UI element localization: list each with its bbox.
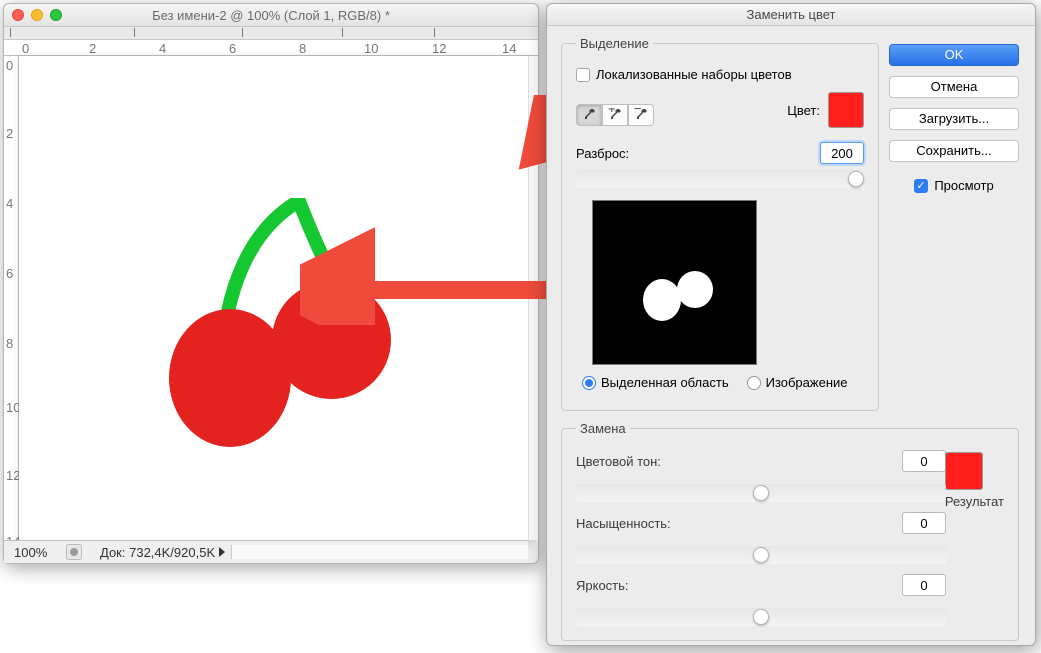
status-bar: 100% Док: 732,4K/920,5K	[4, 540, 528, 563]
radio-selection[interactable]	[582, 376, 596, 390]
replace-group: Замена Результат Цветовой тон: Насыщенно…	[561, 421, 1019, 641]
svg-text:+: +	[608, 108, 616, 116]
tab-strip	[4, 27, 538, 40]
ruler-horizontal: 024 6810 1214	[4, 40, 538, 56]
result-swatch-group: Результат	[945, 452, 1004, 509]
ruler-vertical: 024 6810 1214	[4, 56, 19, 540]
doc-titlebar[interactable]: Без имени-2 @ 100% (Слой 1, RGB/8) *	[4, 4, 538, 27]
zoom-level[interactable]: 100%	[4, 545, 62, 560]
hue-input[interactable]	[902, 450, 946, 472]
result-label: Результат	[945, 494, 1004, 509]
radio-selection-label: Выделенная область	[601, 375, 729, 390]
color-label: Цвет:	[787, 103, 820, 118]
cancel-button[interactable]: Отмена	[889, 76, 1019, 98]
ok-button[interactable]: OK	[889, 44, 1019, 66]
localized-label: Локализованные наборы цветов	[596, 67, 792, 82]
hue-label: Цветовой тон:	[576, 454, 686, 469]
doc-title: Без имени-2 @ 100% (Слой 1, RGB/8) *	[152, 8, 390, 23]
lightness-label: Яркость:	[576, 578, 686, 593]
document-window: Без имени-2 @ 100% (Слой 1, RGB/8) * 024…	[3, 3, 539, 564]
status-icon[interactable]	[66, 544, 82, 560]
dialog-buttons: OK Отмена Загрузить... Сохранить... Прос…	[889, 44, 1019, 199]
eyedropper-plus-icon[interactable]: +	[602, 104, 628, 126]
replace-color-dialog: Заменить цвет OK Отмена Загрузить... Сох…	[546, 3, 1036, 646]
selection-preview[interactable]	[592, 200, 757, 365]
canvas[interactable]	[19, 56, 528, 540]
saturation-input[interactable]	[902, 512, 946, 534]
cherry-left	[169, 309, 291, 447]
window-controls	[12, 9, 62, 21]
eyedropper-icon[interactable]	[576, 104, 602, 126]
hue-slider[interactable]	[576, 484, 946, 502]
fuzziness-slider[interactable]	[576, 170, 864, 188]
maximize-icon[interactable]	[50, 9, 62, 21]
scrollbar-vertical[interactable]	[528, 56, 538, 540]
close-icon[interactable]	[12, 9, 24, 21]
source-color-swatch[interactable]	[828, 92, 864, 128]
minimize-icon[interactable]	[31, 9, 43, 21]
fuzziness-label: Разброс:	[576, 146, 629, 161]
fuzziness-input[interactable]	[820, 142, 864, 164]
saturation-label: Насыщенность:	[576, 516, 686, 531]
doc-size-info: Док: 732,4K/920,5K	[82, 545, 215, 560]
selection-group: Выделение Локализованные наборы цветов +…	[561, 36, 879, 411]
replace-legend: Замена	[576, 421, 630, 436]
eyedropper-minus-icon[interactable]: −	[628, 104, 654, 126]
selection-legend: Выделение	[576, 36, 653, 51]
result-color-swatch[interactable]	[945, 452, 983, 490]
info-arrow-icon[interactable]	[219, 547, 225, 557]
dialog-title[interactable]: Заменить цвет	[547, 4, 1035, 26]
eyedropper-tools: + −	[576, 104, 654, 126]
load-button[interactable]: Загрузить...	[889, 108, 1019, 130]
saturation-slider[interactable]	[576, 546, 946, 564]
svg-text:−: −	[634, 108, 642, 116]
lightness-slider[interactable]	[576, 608, 946, 626]
radio-image-label: Изображение	[766, 375, 848, 390]
scrollbar-horizontal[interactable]	[231, 545, 528, 559]
radio-image[interactable]	[747, 376, 761, 390]
save-button[interactable]: Сохранить...	[889, 140, 1019, 162]
localized-checkbox[interactable]	[576, 68, 590, 82]
preview-label: Просмотр	[934, 178, 993, 193]
lightness-input[interactable]	[902, 574, 946, 596]
preview-checkbox[interactable]	[914, 179, 928, 193]
